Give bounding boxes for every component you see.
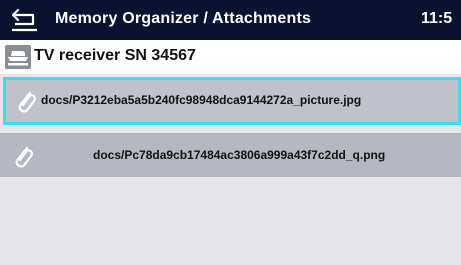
attachment-item[interactable]: docs/Pc78da9cb17484ac3806a999a43f7c2dd_q… [0, 133, 461, 177]
attachment-path: docs/Pc78da9cb17484ac3806a999a43f7c2dd_q… [93, 148, 386, 162]
clock-time: 11:5 [421, 10, 453, 27]
title-bar: Memory Organizer / Attachments 11:5 [0, 0, 461, 40]
back-arrow-icon[interactable] [10, 7, 40, 33]
attachment-list: docs/P3212eba5a5b240fc98948dca9144272a_p… [0, 74, 461, 265]
attachment-path: docs/P3212eba5a5b240fc98948dca9144272a_p… [41, 93, 362, 107]
device-header: TV receiver SN 34567 [0, 40, 461, 74]
page-title: Memory Organizer / Attachments [55, 10, 312, 27]
iron-device-icon [5, 45, 31, 69]
paperclip-icon [15, 146, 33, 168]
device-title: TV receiver SN 34567 [34, 47, 196, 64]
attachment-item-selected[interactable]: docs/P3212eba5a5b240fc98948dca9144272a_p… [3, 77, 461, 125]
paperclip-icon [18, 91, 36, 113]
